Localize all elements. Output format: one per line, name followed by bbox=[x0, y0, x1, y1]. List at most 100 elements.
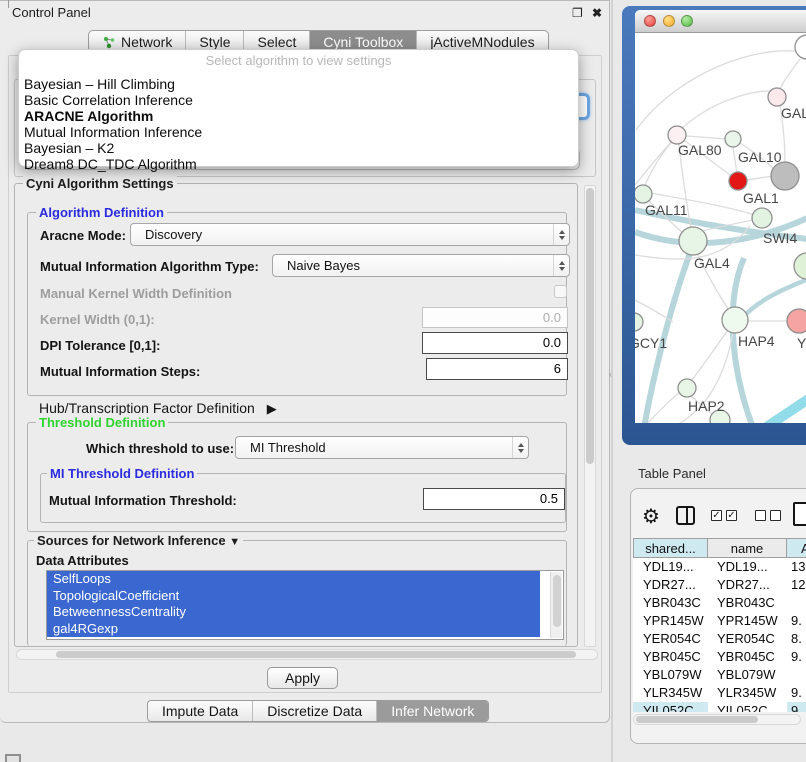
gear-icon[interactable]: ⚙ bbox=[642, 504, 660, 529]
node-gal10[interactable] bbox=[725, 131, 741, 147]
table-row[interactable]: YBR045C YBR045C 9. bbox=[633, 648, 806, 666]
network-icon bbox=[102, 35, 116, 49]
float-window-icon[interactable]: ❐ bbox=[572, 6, 583, 20]
node-label: GAL4 bbox=[694, 255, 730, 271]
mi-steps-field[interactable]: 6 bbox=[426, 358, 568, 380]
node-swi4[interactable] bbox=[752, 208, 772, 228]
dropdown-item-mutual-information[interactable]: Mutual Information Inference bbox=[23, 124, 573, 140]
table-horizontal-scrollbar[interactable] bbox=[633, 714, 801, 725]
mi-threshold-group: MI Threshold Definition Mutual Informati… bbox=[40, 473, 566, 523]
node-label: GAL80 bbox=[678, 142, 722, 158]
dropdown-item-dream8[interactable]: Dream8 DC_TDC Algorithm bbox=[23, 156, 573, 172]
which-threshold-combobox[interactable]: MI Threshold bbox=[235, 436, 529, 459]
tab-impute-data[interactable]: Impute Data bbox=[148, 701, 253, 721]
unchecked-box-icon[interactable] bbox=[755, 510, 766, 521]
dropdown-item-aracne[interactable]: ARACNE Algorithm bbox=[23, 108, 573, 124]
column-header-clipped[interactable]: A bbox=[787, 538, 806, 558]
minimize-traffic-light-icon[interactable] bbox=[663, 15, 675, 27]
cyni-algorithm-settings-group: Cyni Algorithm Settings Algorithm Defini… bbox=[14, 183, 578, 647]
node-label: GAL bbox=[781, 105, 806, 121]
sources-title[interactable]: Sources for Network Inference ▼ bbox=[34, 533, 243, 548]
tab-infer-network[interactable]: Infer Network bbox=[377, 701, 488, 721]
table-document-icon[interactable] bbox=[793, 502, 806, 526]
node-salmon[interactable] bbox=[787, 309, 806, 333]
column-header-name[interactable]: name bbox=[708, 538, 787, 558]
combo-stepper-icon bbox=[553, 255, 569, 276]
table-row[interactable]: YDR27... YDR27... 12 bbox=[633, 576, 806, 594]
node-gal11[interactable] bbox=[635, 185, 652, 203]
node-label: GAL10 bbox=[738, 149, 782, 165]
splitter-handle-icon[interactable]: ‹ bbox=[609, 370, 614, 379]
show-columns-icon[interactable] bbox=[676, 506, 695, 525]
collapsed-arrow-icon: ▶ bbox=[259, 401, 277, 416]
checked-box-icon[interactable]: ✓ bbox=[726, 510, 737, 521]
mi-threshold-field[interactable]: 0.5 bbox=[423, 488, 565, 510]
combo-stepper-icon bbox=[512, 437, 528, 458]
aracne-mode-label: Aracne Mode: bbox=[40, 228, 126, 243]
algorithm-definition-group: Algorithm Definition Aracne Mode: Discov… bbox=[27, 212, 567, 396]
node-hap2[interactable] bbox=[678, 379, 696, 397]
node-top-clipped[interactable] bbox=[795, 35, 806, 59]
attributes-scrollbar[interactable] bbox=[550, 572, 562, 638]
control-panel-title: Control Panel bbox=[12, 5, 91, 20]
table-header: shared... name A bbox=[633, 538, 806, 558]
table-body: YDL19... YDL19... 13 YDR27... YDR27... 1… bbox=[633, 558, 806, 712]
table-row[interactable]: YBL079W YBL079W bbox=[633, 666, 806, 684]
node-gray[interactable] bbox=[771, 162, 799, 190]
zoom-traffic-light-icon[interactable] bbox=[681, 15, 693, 27]
kernel-width-field[interactable]: 0.0 bbox=[422, 307, 568, 328]
node-label: SWI4 bbox=[763, 230, 797, 246]
list-item-topologicalcoefficient[interactable]: TopologicalCoefficient bbox=[47, 588, 540, 605]
checked-box-icon[interactable]: ✓ bbox=[711, 510, 722, 521]
apply-button[interactable]: Apply bbox=[267, 667, 338, 689]
manual-kernel-width-checkbox[interactable] bbox=[554, 285, 567, 298]
dropdown-item-bayesian-hill[interactable]: Bayesian – Hill Climbing bbox=[23, 76, 573, 92]
algorithm-dropdown-popup: Select algorithm to view settings Bayesi… bbox=[18, 49, 579, 167]
dropdown-item-basic-correlation[interactable]: Basic Correlation Inference bbox=[23, 92, 573, 108]
node-hap4[interactable] bbox=[722, 307, 748, 333]
table-row[interactable]: YIL052C YIL052C 9. bbox=[633, 702, 806, 712]
settings-horizontal-scrollbar[interactable] bbox=[16, 649, 598, 660]
dropdown-item-bayesian-k2[interactable]: Bayesian – K2 bbox=[23, 140, 573, 156]
minimized-panel-icon[interactable] bbox=[5, 754, 21, 762]
kernel-width-label: Kernel Width (0,1): bbox=[40, 312, 155, 327]
settings-vertical-scrollbar[interactable] bbox=[584, 185, 596, 647]
network-graph bbox=[635, 33, 806, 423]
node-gal4[interactable] bbox=[679, 227, 707, 255]
dpi-tolerance-field[interactable]: 0.0 bbox=[422, 332, 568, 354]
mi-algorithm-type-combobox[interactable]: Naive Bayes bbox=[272, 254, 570, 277]
node-gcy1[interactable] bbox=[635, 313, 643, 331]
table-row[interactable]: YPR145W YPR145W 9. bbox=[633, 612, 806, 630]
panel-splitter[interactable] bbox=[611, 0, 613, 762]
table-row[interactable]: YDL19... YDL19... 13 bbox=[633, 558, 806, 576]
node-gal-upper[interactable] bbox=[768, 88, 786, 106]
tab-discretize-data[interactable]: Discretize Data bbox=[253, 701, 377, 721]
algorithm-dropdown-placeholder: Select algorithm to view settings bbox=[19, 53, 578, 68]
node-right-green[interactable] bbox=[794, 253, 806, 279]
screen: Control Panel ❐ ✖ Network Style Select C… bbox=[0, 0, 806, 762]
cyni-algorithm-settings-title: Cyni Algorithm Settings bbox=[23, 176, 177, 191]
table-row[interactable]: YBR043C YBR043C bbox=[633, 594, 806, 612]
cyni-bottom-tabbar: Impute Data Discretize Data Infer Networ… bbox=[147, 700, 489, 722]
sources-group: Sources for Network Inference ▼ Data Att… bbox=[27, 540, 567, 646]
table-row[interactable]: YLR345W YLR345W 9. bbox=[633, 684, 806, 702]
network-canvas[interactable]: GAL GAL80 GAL10 GAL1 GAL11 SWI4 GAL4 GCY… bbox=[635, 33, 806, 423]
node-label: HAP4 bbox=[738, 333, 775, 349]
aracne-mode-combobox[interactable]: Discovery bbox=[130, 223, 570, 246]
list-item-betweennesscentrality[interactable]: BetweennessCentrality bbox=[47, 604, 540, 621]
table-row[interactable]: YER054C YER054C 8. bbox=[633, 630, 806, 648]
node-label: GCY1 bbox=[635, 335, 667, 351]
close-panel-icon[interactable]: ✖ bbox=[592, 6, 602, 20]
which-threshold-label: Which threshold to use: bbox=[86, 441, 234, 456]
network-window-titlebar[interactable] bbox=[635, 10, 806, 33]
node-gal1-red[interactable] bbox=[729, 172, 747, 190]
unchecked-box-icon[interactable] bbox=[770, 510, 781, 521]
manual-kernel-width-label: Manual Kernel Width Definition bbox=[40, 286, 232, 301]
algorithm-definition-title: Algorithm Definition bbox=[36, 205, 167, 220]
column-header-shared-name[interactable]: shared... bbox=[633, 538, 708, 558]
list-item-gal4rgexp[interactable]: gal4RGexp bbox=[47, 621, 540, 638]
close-traffic-light-icon[interactable] bbox=[644, 15, 656, 27]
node-label: Y bbox=[797, 335, 806, 351]
data-attributes-list: SelfLoops TopologicalCoefficient Between… bbox=[46, 570, 564, 640]
list-item-selfloops[interactable]: SelfLoops bbox=[47, 571, 540, 588]
